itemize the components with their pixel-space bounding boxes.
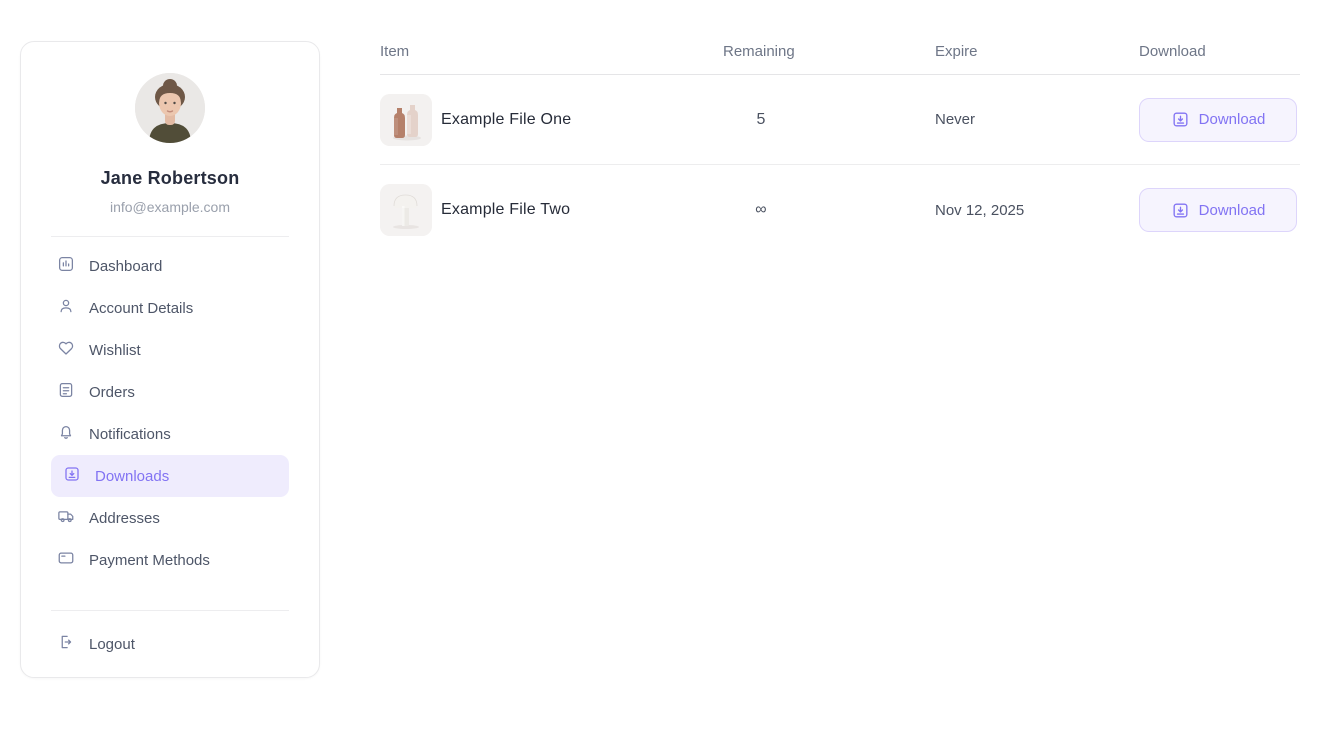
column-header-expire: Expire xyxy=(935,43,1139,74)
heart-icon xyxy=(57,339,75,361)
download-button[interactable]: Download xyxy=(1139,98,1297,142)
item-title: Example File Two xyxy=(441,201,570,219)
column-header-download: Download xyxy=(1139,43,1300,74)
download-button-label: Download xyxy=(1199,111,1266,128)
sidebar-item-dashboard[interactable]: Dashboard xyxy=(51,245,289,287)
bell-icon xyxy=(57,423,75,445)
avatar xyxy=(135,73,205,143)
expire-value: Never xyxy=(935,111,1139,128)
sidebar-nav: Dashboard Account Details Wishlist xyxy=(21,245,319,581)
table-row: Example File Two ∞ Nov 12, 2025 Download xyxy=(380,165,1300,255)
sidebar-item-label: Account Details xyxy=(89,300,193,317)
table-header-row: Item Remaining Expire Download xyxy=(380,0,1300,75)
remaining-value: ∞ xyxy=(723,201,799,219)
sidebar-item-downloads[interactable]: Downloads xyxy=(51,455,289,497)
download-button[interactable]: Download xyxy=(1139,188,1297,232)
document-icon xyxy=(57,381,75,403)
sidebar-item-label: Addresses xyxy=(89,510,160,527)
sidebar-item-label: Payment Methods xyxy=(89,552,210,569)
user-name: Jane Robertson xyxy=(21,168,319,189)
table-row: Example File One 5 Never Download xyxy=(380,75,1300,165)
sidebar-item-payment-methods[interactable]: Payment Methods xyxy=(51,539,289,581)
credit-card-icon xyxy=(57,549,75,571)
download-icon xyxy=(1171,110,1190,129)
user-email: info@example.com xyxy=(21,199,319,215)
sidebar-item-label: Downloads xyxy=(95,468,169,485)
sidebar-divider-bottom xyxy=(51,610,289,611)
download-button-label: Download xyxy=(1199,202,1266,219)
downloads-panel: Item Remaining Expire Download Example F… xyxy=(380,0,1300,255)
logout-label: Logout xyxy=(89,636,135,653)
item-thumbnail-two-bottles xyxy=(380,94,432,146)
column-header-item: Item xyxy=(380,43,723,74)
sidebar-item-label: Dashboard xyxy=(89,258,162,275)
sidebar-item-addresses[interactable]: Addresses xyxy=(51,497,289,539)
logout-icon xyxy=(57,633,75,655)
remaining-value: 5 xyxy=(723,111,799,129)
user-icon xyxy=(57,297,75,319)
expire-value: Nov 12, 2025 xyxy=(935,202,1139,219)
logout-button[interactable]: Logout xyxy=(51,623,289,665)
sidebar-item-label: Orders xyxy=(89,384,135,401)
truck-icon xyxy=(57,507,75,529)
column-header-remaining: Remaining xyxy=(723,43,935,74)
account-sidebar: Jane Robertson info@example.com Dashboar… xyxy=(20,41,320,678)
sidebar-item-notifications[interactable]: Notifications xyxy=(51,413,289,455)
dashboard-icon xyxy=(57,255,75,277)
item-thumbnail-table-lamp xyxy=(380,184,432,236)
sidebar-item-account-details[interactable]: Account Details xyxy=(51,287,289,329)
download-icon xyxy=(1171,201,1190,220)
sidebar-item-wishlist[interactable]: Wishlist xyxy=(51,329,289,371)
avatar-image xyxy=(135,73,205,143)
item-title: Example File One xyxy=(441,111,571,129)
sidebar-item-orders[interactable]: Orders xyxy=(51,371,289,413)
sidebar-item-label: Notifications xyxy=(89,426,171,443)
sidebar-divider-top xyxy=(51,236,289,237)
sidebar-item-label: Wishlist xyxy=(89,342,141,359)
download-icon xyxy=(63,465,81,487)
